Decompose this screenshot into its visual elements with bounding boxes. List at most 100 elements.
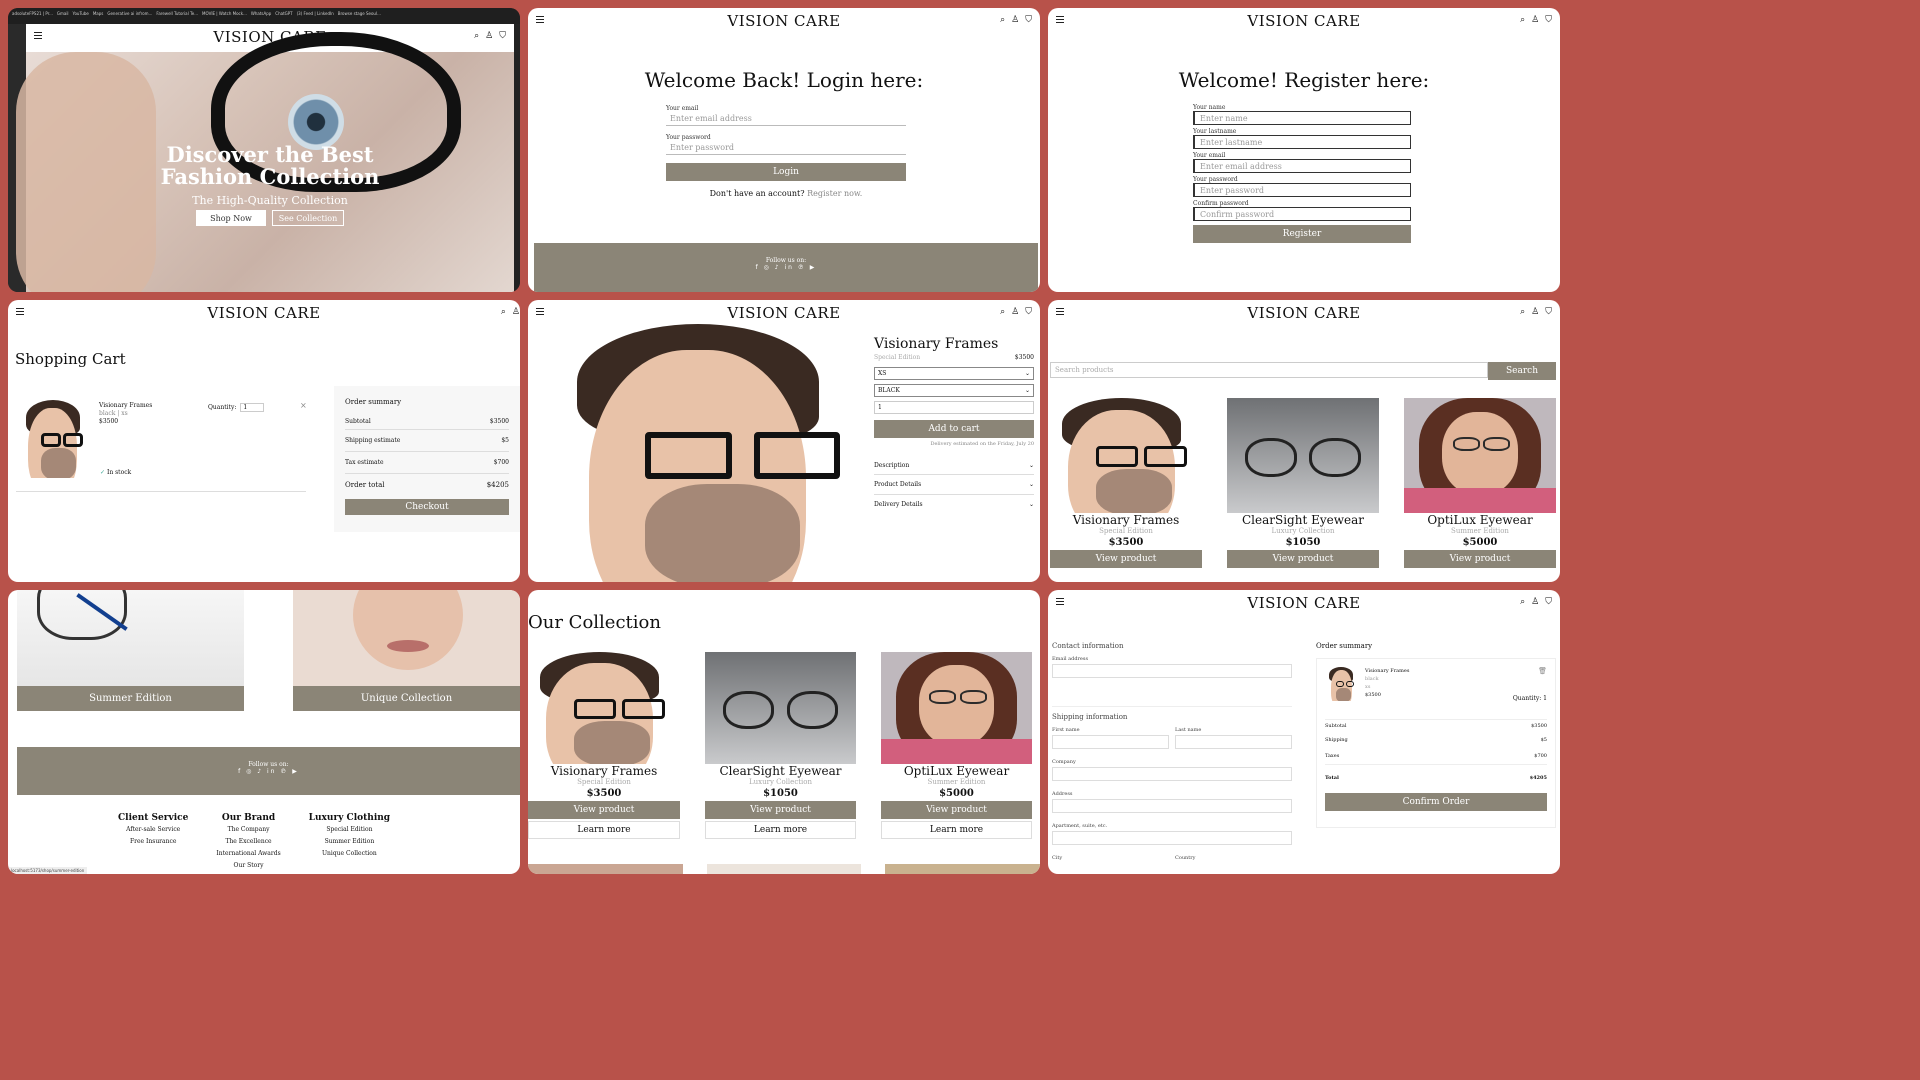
summer-edition-image[interactable]	[17, 590, 244, 686]
learn-more-button[interactable]: Learn more	[528, 821, 680, 839]
social-icons[interactable]: f ◎ ♪ in ℗ ▶	[534, 264, 1038, 271]
hamburger-menu-icon[interactable]	[536, 308, 544, 315]
brand-logo[interactable]: VISION CARE	[727, 304, 840, 322]
email-field[interactable]: Enter email address	[666, 112, 906, 126]
unique-collection-image[interactable]	[293, 590, 520, 686]
login-button[interactable]: Login	[666, 163, 906, 181]
footer-link[interactable]: Special Edition	[309, 824, 390, 836]
cart-item-image[interactable]	[20, 400, 90, 478]
email-field[interactable]: Enter email address	[1193, 159, 1411, 173]
last-name-field[interactable]	[1175, 735, 1292, 749]
footer-link[interactable]: International Awards	[216, 848, 280, 860]
view-product-button[interactable]: View product	[705, 801, 856, 819]
social-icons[interactable]: f ◎ ♪ in ℗ ▶	[17, 768, 520, 775]
search-icon[interactable]: ⌕	[474, 31, 479, 41]
view-product-button[interactable]: View product	[1404, 550, 1556, 568]
view-product-button[interactable]: View product	[1050, 550, 1202, 568]
brand-logo[interactable]: VISION CARE	[1247, 594, 1360, 612]
trash-icon[interactable]: 🗑	[1538, 667, 1547, 675]
view-product-button[interactable]: View product	[881, 801, 1032, 819]
search-icon[interactable]: ⌕	[1520, 307, 1525, 317]
hamburger-menu-icon[interactable]	[16, 308, 24, 315]
hamburger-menu-icon[interactable]	[1056, 308, 1064, 315]
bag-icon[interactable]: ⛉	[1025, 15, 1032, 25]
search-icon[interactable]: ⌕	[1520, 15, 1525, 25]
search-icon[interactable]: ⌕	[501, 307, 506, 317]
hamburger-menu-icon[interactable]	[1056, 16, 1064, 23]
summer-edition-banner[interactable]: Summer Edition	[17, 686, 244, 711]
quantity-input[interactable]: 1	[874, 401, 1034, 414]
confirm-order-button[interactable]: Confirm Order	[1325, 793, 1547, 811]
password-field[interactable]: Enter password	[666, 141, 906, 155]
user-icon[interactable]: ♙	[485, 31, 493, 41]
search-icon[interactable]: ⌕	[1520, 597, 1525, 607]
cart-item-name[interactable]: Visionary Frames	[99, 402, 152, 410]
bookmark[interactable]: ChatGPT	[275, 11, 292, 21]
user-icon[interactable]: ♙	[1531, 307, 1539, 317]
remove-item-icon[interactable]: ×	[300, 401, 307, 410]
add-to-cart-button[interactable]: Add to cart	[874, 420, 1034, 438]
lastname-field[interactable]: Enter lastname	[1193, 135, 1411, 149]
bag-icon[interactable]: ⛉	[499, 31, 506, 41]
first-name-field[interactable]	[1052, 735, 1169, 749]
footer-link[interactable]: Summer Edition	[309, 836, 390, 848]
footer-link[interactable]: After-sale Service	[118, 824, 188, 836]
bookmark[interactable]: Farewell Tutorial Te...	[156, 11, 198, 21]
bookmark[interactable]: (3) Feed | LinkedIn	[297, 11, 334, 21]
brand-logo[interactable]: VISION CARE	[1247, 12, 1360, 30]
see-collection-button[interactable]: See Collection	[272, 210, 344, 226]
accordion-product-details[interactable]: Product Details ⌄	[874, 475, 1034, 495]
brand-logo[interactable]: VISION CARE	[727, 12, 840, 30]
hamburger-menu-icon[interactable]	[34, 32, 42, 39]
footer-link[interactable]: The Company	[216, 824, 280, 836]
size-select[interactable]: XS ⌄	[874, 367, 1034, 380]
footer-link[interactable]: Our Story	[216, 860, 280, 872]
password-field[interactable]: Enter password	[1193, 183, 1411, 197]
bag-icon[interactable]: ⛉	[1025, 307, 1032, 317]
checkout-button[interactable]: Checkout	[345, 499, 509, 515]
accordion-delivery-details[interactable]: Delivery Details ⌄	[874, 495, 1034, 514]
learn-more-button[interactable]: Learn more	[881, 821, 1032, 839]
user-icon[interactable]: ♙	[1531, 597, 1539, 607]
search-icon[interactable]: ⌕	[1000, 15, 1005, 25]
address-field[interactable]	[1052, 799, 1292, 813]
bookmark[interactable]: WhatsApp	[251, 11, 271, 21]
product-image[interactable]	[881, 652, 1032, 764]
user-icon[interactable]: ♙	[1011, 15, 1019, 25]
bookmark[interactable]: Gmail	[57, 11, 69, 21]
bookmark[interactable]: Maps	[93, 11, 104, 21]
bag-icon[interactable]: ⛉	[1545, 307, 1552, 317]
name-field[interactable]: Enter name	[1193, 111, 1411, 125]
bag-icon[interactable]: ⛉	[1545, 15, 1552, 25]
product-image[interactable]	[705, 652, 856, 764]
search-button[interactable]: Search	[1488, 362, 1556, 380]
scrollbar[interactable]	[514, 24, 520, 292]
company-field[interactable]	[1052, 767, 1292, 781]
view-product-button[interactable]: View product	[528, 801, 680, 819]
register-button[interactable]: Register	[1193, 225, 1411, 243]
brand-logo[interactable]: VISION CARE	[1247, 304, 1360, 322]
register-link[interactable]: Register now.	[807, 189, 862, 198]
bookmark[interactable]: Generative ai infrom...	[107, 11, 152, 21]
learn-more-button[interactable]: Learn more	[705, 821, 856, 839]
apartment-field[interactable]	[1052, 831, 1292, 845]
product-image[interactable]	[1227, 398, 1379, 513]
search-input[interactable]: Search products	[1050, 362, 1488, 378]
view-product-button[interactable]: View product	[1227, 550, 1379, 568]
footer-link[interactable]: The Excellence	[216, 836, 280, 848]
product-image[interactable]	[528, 652, 680, 764]
user-icon[interactable]: ♙	[1531, 15, 1539, 25]
shop-now-button[interactable]: Shop Now	[196, 210, 266, 226]
bookmark[interactable]: adsoluteFPS21 | Pr...	[12, 11, 53, 21]
search-icon[interactable]: ⌕	[1000, 307, 1005, 317]
bookmark[interactable]: YouTube	[73, 11, 89, 21]
color-select[interactable]: BLACK ⌄	[874, 384, 1034, 397]
footer-link[interactable]: Unique Collection	[309, 848, 390, 860]
bookmark[interactable]: Browse stage Seoul...	[338, 11, 381, 21]
product-image[interactable]	[1050, 398, 1202, 513]
user-icon[interactable]: ♙	[1011, 307, 1019, 317]
footer-link[interactable]: Free Insurance	[118, 836, 188, 848]
product-image[interactable]	[1404, 398, 1556, 513]
hamburger-menu-icon[interactable]	[536, 16, 544, 23]
quantity-input[interactable]: 1	[240, 403, 265, 412]
